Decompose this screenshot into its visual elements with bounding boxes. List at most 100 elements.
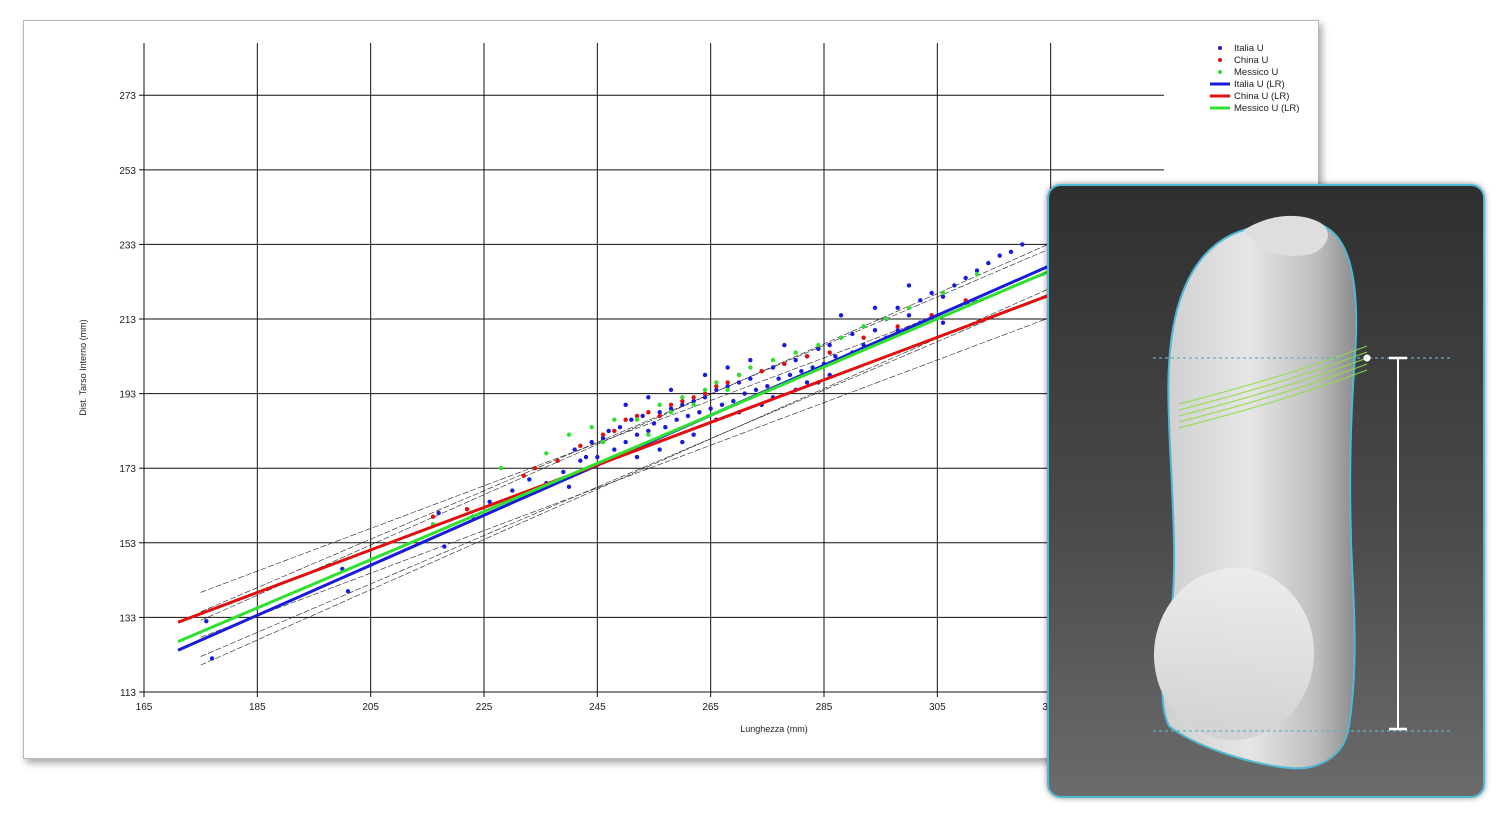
data-point: [952, 283, 957, 288]
data-point: [668, 387, 674, 393]
legend-label: Italia U: [1234, 43, 1264, 54]
data-point: [742, 391, 747, 396]
data-point: [827, 350, 832, 355]
data-point: [442, 544, 447, 549]
data-point: [589, 439, 594, 445]
data-point: [793, 357, 798, 363]
data-point: [640, 413, 645, 419]
data-point: [708, 406, 713, 411]
data-point: [464, 507, 470, 512]
data-point: [606, 428, 611, 434]
data-point: [646, 432, 651, 437]
data-point: [861, 335, 866, 340]
data-point: [787, 372, 793, 378]
data-point: [510, 488, 515, 493]
data-point: [940, 290, 946, 296]
data-point: [986, 260, 991, 266]
data-point: [646, 395, 651, 400]
data-point: [657, 402, 662, 407]
measure-point: [1363, 354, 1371, 362]
data-point: [617, 424, 623, 430]
data-point: [895, 305, 900, 311]
data-point: [209, 656, 215, 661]
x-tick-label: 205: [362, 702, 379, 713]
legend-label: China U: [1234, 55, 1268, 66]
data-point: [634, 454, 640, 460]
data-point: [674, 417, 679, 422]
data-point: [498, 466, 504, 471]
data-point: [680, 439, 685, 445]
data-point: [566, 484, 572, 490]
y-tick-label: 273: [119, 91, 136, 102]
foot-scan-panel: [1047, 184, 1485, 798]
regression-line: [177, 221, 1165, 644]
chart-legend: Italia UChina UMessico UItalia U (LR)Chi…: [1210, 43, 1299, 114]
y-tick-labels: 113 133 153 173 193 213 233 253 273: [119, 91, 136, 699]
data-point: [600, 439, 606, 445]
data-point: [589, 424, 594, 430]
data-point: [578, 443, 583, 449]
data-point: [736, 372, 742, 378]
data-point: [929, 290, 934, 296]
data-point: [731, 398, 736, 404]
x-tick-label: 185: [249, 702, 266, 713]
data-point: [748, 376, 753, 381]
data-point: [748, 365, 753, 370]
data-point: [702, 372, 708, 378]
data-point: [963, 275, 968, 281]
data-point: [623, 402, 628, 407]
data-point: [668, 410, 674, 415]
data-point: [940, 320, 946, 325]
data-point: [566, 432, 572, 437]
data-point: [521, 473, 526, 478]
data-point: [884, 316, 889, 322]
x-tick-label: 305: [929, 702, 946, 713]
legend-marker: [1218, 46, 1222, 50]
data-point: [657, 447, 662, 452]
data-point: [974, 272, 980, 277]
data-point: [895, 324, 900, 329]
data-point: [612, 447, 617, 452]
data-point: [430, 514, 436, 519]
data-point: [691, 402, 696, 407]
data-point: [612, 428, 617, 434]
data-point: [736, 380, 742, 385]
data-point: [725, 387, 730, 393]
legend-marker: [1218, 58, 1222, 62]
data-point: [634, 417, 640, 422]
data-point: [861, 324, 866, 329]
data-point: [804, 354, 810, 359]
data-point: [770, 357, 776, 363]
data-point: [906, 283, 912, 288]
foot-3d-view: [1153, 215, 1453, 770]
y-tick-label: 193: [119, 390, 136, 401]
x-axis-label: Lunghezza (mm): [740, 724, 808, 734]
data-point: [918, 298, 923, 303]
data-point: [793, 350, 798, 355]
x-tick-label: 225: [476, 702, 493, 713]
data-point: [668, 402, 674, 407]
data-point: [776, 376, 781, 381]
data-points: [204, 242, 1025, 661]
y-axis-label: Dist. Tarso Interno (mm): [78, 319, 88, 415]
x-tick-label: 245: [589, 702, 606, 713]
data-point: [1020, 242, 1025, 247]
data-point: [583, 454, 589, 460]
x-tick-label: 285: [816, 702, 833, 713]
data-point: [827, 342, 832, 348]
data-point: [657, 413, 662, 419]
data-point: [850, 331, 855, 337]
data-point: [691, 432, 696, 437]
data-point: [578, 458, 583, 463]
data-point: [782, 342, 787, 348]
data-point: [651, 421, 657, 426]
data-point: [872, 328, 878, 333]
data-point: [838, 335, 844, 340]
x-tick-label: 265: [702, 702, 719, 713]
data-point: [532, 466, 538, 471]
data-point: [1008, 249, 1014, 255]
data-point: [765, 383, 770, 389]
legend-label: Messico U: [1234, 67, 1278, 78]
data-point: [770, 365, 776, 370]
data-point: [629, 417, 634, 422]
